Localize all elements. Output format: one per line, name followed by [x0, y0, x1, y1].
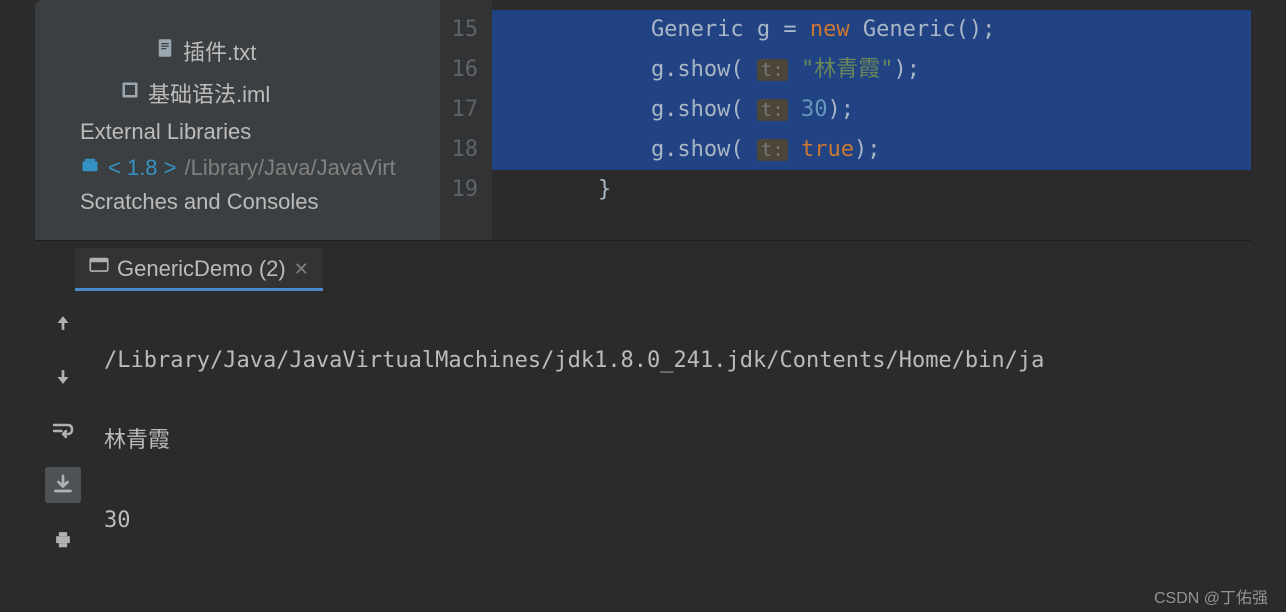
param-hint: t: — [757, 99, 788, 121]
editor-gutter: 15 16 17 18 19 — [440, 0, 492, 240]
code-line: g.show( t: 30); — [492, 90, 1251, 130]
jdk-version: < 1.8 > — [108, 155, 177, 181]
watermark: CSDN @丁佑强 — [1154, 584, 1268, 608]
scratches-consoles[interactable]: Scratches and Consoles — [45, 181, 440, 215]
external-libraries[interactable]: External Libraries — [45, 114, 440, 150]
console-line: 30 — [104, 501, 1251, 541]
line-number: 17 — [440, 90, 478, 130]
module-file-icon — [120, 80, 140, 106]
line-number: 16 — [440, 50, 478, 90]
code-editor[interactable]: Generic g = new Generic(); g.show( t: "林… — [492, 0, 1251, 240]
down-stack-icon[interactable] — [45, 359, 81, 395]
tree-label: Scratches and Consoles — [80, 189, 318, 214]
console-toolbar — [35, 291, 90, 577]
line-number: 19 — [440, 170, 478, 210]
project-tree: 插件.txt 基础语法.iml External Libraries < 1.8… — [35, 0, 440, 240]
run-console: GenericDemo (2) ✕ /Library/Java/JavaVirt… — [35, 240, 1251, 577]
up-stack-icon[interactable] — [45, 305, 81, 341]
run-tabbar: GenericDemo (2) ✕ — [35, 241, 1251, 291]
line-number: 18 — [440, 130, 478, 170]
code-line: } — [492, 170, 1251, 210]
console-line: 林青霞 — [104, 421, 1251, 461]
library-icon — [80, 155, 100, 181]
tree-item-file-iml[interactable]: 基础语法.iml — [45, 72, 440, 114]
param-hint: t: — [757, 59, 788, 81]
scroll-to-end-icon[interactable] — [45, 467, 81, 503]
print-icon[interactable] — [45, 521, 81, 557]
jdk-entry[interactable]: < 1.8 > /Library/Java/JavaVirt — [45, 150, 440, 181]
code-line: g.show( t: true); — [492, 130, 1251, 170]
soft-wrap-icon[interactable] — [45, 413, 81, 449]
run-tab-label: GenericDemo (2) — [117, 256, 286, 282]
text-file-icon — [155, 38, 175, 64]
param-hint: t: — [757, 139, 788, 161]
code-line: Generic g = new Generic(); — [492, 10, 1251, 50]
jdk-path: /Library/Java/JavaVirt — [185, 155, 396, 181]
tree-label: External Libraries — [80, 119, 251, 145]
tree-item-file-txt[interactable]: 插件.txt — [45, 30, 440, 72]
close-icon[interactable]: ✕ — [294, 259, 309, 280]
run-tab-active[interactable]: GenericDemo (2) ✕ — [75, 248, 323, 291]
tree-label: 基础语法.iml — [148, 77, 270, 109]
line-number: 15 — [440, 10, 478, 50]
code-line: g.show( t: "林青霞"); — [492, 50, 1251, 90]
console-line: /Library/Java/JavaVirtualMachines/jdk1.8… — [104, 341, 1251, 381]
console-output[interactable]: /Library/Java/JavaVirtualMachines/jdk1.8… — [90, 291, 1251, 577]
run-config-icon — [89, 256, 109, 282]
tree-label: 插件.txt — [183, 35, 256, 67]
